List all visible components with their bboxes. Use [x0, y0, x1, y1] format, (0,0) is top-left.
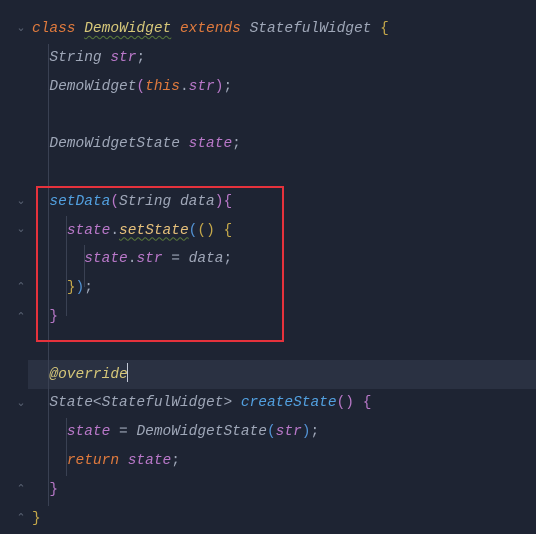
semicolon: ;	[84, 280, 93, 296]
field: state	[67, 424, 111, 440]
fold-end-icon[interactable]: ⌃	[15, 304, 27, 333]
param: data	[180, 194, 215, 210]
paren: )	[345, 395, 354, 411]
code-line: DemoWidget(this.str);	[32, 73, 536, 102]
paren: )	[76, 280, 85, 296]
keyword-this: this	[145, 79, 180, 95]
field: str	[189, 79, 215, 95]
field: state	[189, 136, 233, 152]
code-line: }	[32, 476, 536, 505]
brace: {	[223, 223, 232, 239]
brace: {	[363, 395, 372, 411]
annotation: @override	[49, 367, 127, 383]
constructor: DemoWidget	[49, 79, 136, 95]
fold-end-icon[interactable]: ⌃	[15, 505, 27, 534]
code-line: return state;	[32, 447, 536, 476]
fold-end-icon[interactable]: ⌃	[15, 274, 27, 303]
dot: .	[180, 79, 189, 95]
paren: (	[337, 395, 346, 411]
fold-icon[interactable]: ⌄	[15, 390, 27, 419]
code-editor[interactable]: ⌄ ⌄ ⌄ ⌃ ⌃ ⌄ ⌃ ⌃ class DemoWidget extends…	[0, 0, 536, 527]
brace: }	[67, 280, 76, 296]
paren: (	[136, 79, 145, 95]
brace: }	[49, 482, 58, 498]
brace: {	[380, 21, 389, 37]
keyword-extends: extends	[180, 21, 241, 37]
code-line: state.str = data;	[32, 245, 536, 274]
fold-end-icon[interactable]: ⌃	[15, 476, 27, 505]
field: str	[110, 50, 136, 66]
gutter: ⌄ ⌄ ⌄ ⌃ ⌃ ⌄ ⌃ ⌃	[0, 0, 28, 527]
constructor: DemoWidgetState	[136, 424, 267, 440]
fold-icon[interactable]: ⌄	[15, 15, 27, 44]
angle-bracket: <	[93, 395, 102, 411]
method-call: setState	[119, 223, 189, 239]
field: str	[136, 251, 162, 267]
text-caret	[127, 363, 129, 382]
code-line: }	[32, 303, 536, 332]
semicolon: ;	[310, 424, 319, 440]
paren: (	[197, 223, 206, 239]
field: state	[84, 251, 128, 267]
code-line-blank	[32, 101, 536, 130]
field: state	[67, 223, 111, 239]
code-line: class DemoWidget extends StatefulWidget …	[32, 15, 536, 44]
type: String	[119, 194, 171, 210]
semicolon: ;	[223, 79, 232, 95]
code-line: String str;	[32, 44, 536, 73]
brace: }	[32, 511, 41, 527]
operator: =	[119, 424, 128, 440]
identifier: state	[128, 453, 172, 469]
code-area[interactable]: class DemoWidget extends StatefulWidget …	[28, 0, 536, 527]
type: State	[49, 395, 93, 411]
operator: =	[171, 251, 180, 267]
code-line: @override	[32, 361, 536, 390]
keyword-class: class	[32, 21, 76, 37]
code-line: state = DemoWidgetState(str);	[32, 418, 536, 447]
brace: }	[49, 309, 58, 325]
code-line: State<StatefulWidget> createState() {	[32, 389, 536, 418]
type: StatefulWidget	[102, 395, 224, 411]
dot: .	[110, 223, 119, 239]
semicolon: ;	[232, 136, 241, 152]
brace: {	[223, 194, 232, 210]
code-line-blank	[32, 332, 536, 361]
argument: str	[276, 424, 302, 440]
type: DemoWidgetState	[49, 136, 180, 152]
superclass: StatefulWidget	[250, 21, 372, 37]
paren: (	[110, 194, 119, 210]
semicolon: ;	[171, 453, 180, 469]
code-line: }	[32, 505, 536, 534]
method-name: createState	[241, 395, 337, 411]
semicolon: ;	[136, 50, 145, 66]
paren: )	[206, 223, 215, 239]
class-name: DemoWidget	[84, 21, 171, 37]
fold-icon[interactable]: ⌄	[15, 188, 27, 217]
code-line: setData(String data){	[32, 188, 536, 217]
code-line: DemoWidgetState state;	[32, 130, 536, 159]
method-name: setData	[49, 194, 110, 210]
type: String	[49, 50, 101, 66]
code-line-blank	[32, 159, 536, 188]
paren: (	[267, 424, 276, 440]
code-line: });	[32, 274, 536, 303]
identifier: data	[189, 251, 224, 267]
angle-bracket: >	[223, 395, 232, 411]
semicolon: ;	[223, 251, 232, 267]
code-line: state.setState(() {	[32, 217, 536, 246]
fold-icon[interactable]: ⌄	[15, 216, 27, 245]
keyword-return: return	[67, 453, 119, 469]
